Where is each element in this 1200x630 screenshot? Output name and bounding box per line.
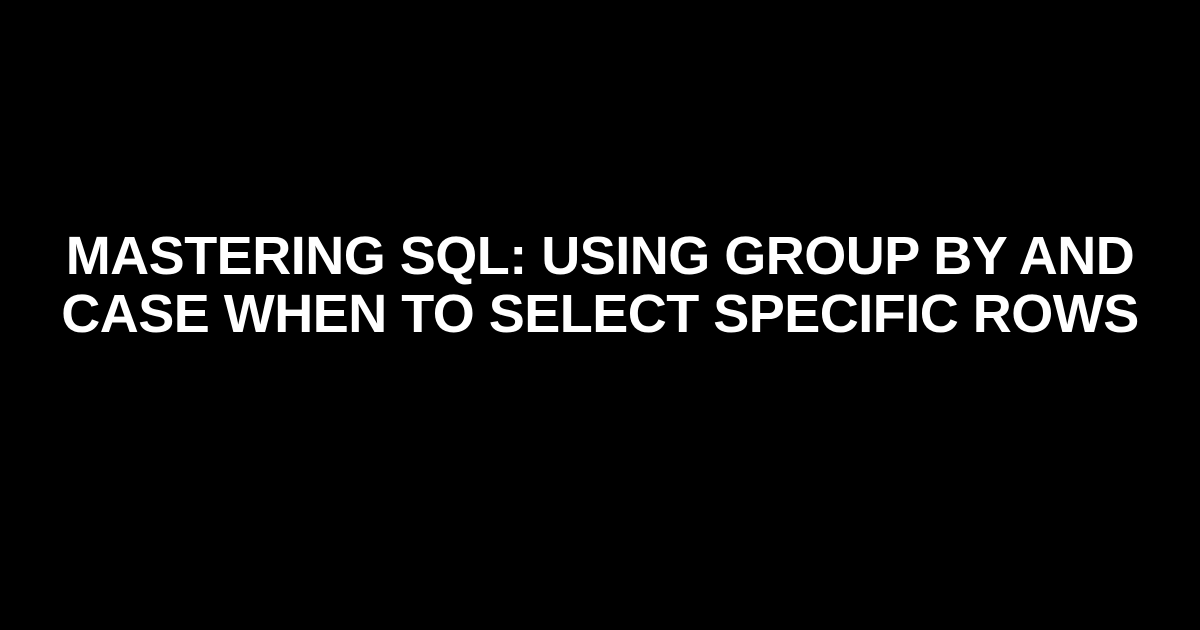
page-title: Mastering SQL: Using GROUP BY and CASE W… [0, 227, 1200, 344]
